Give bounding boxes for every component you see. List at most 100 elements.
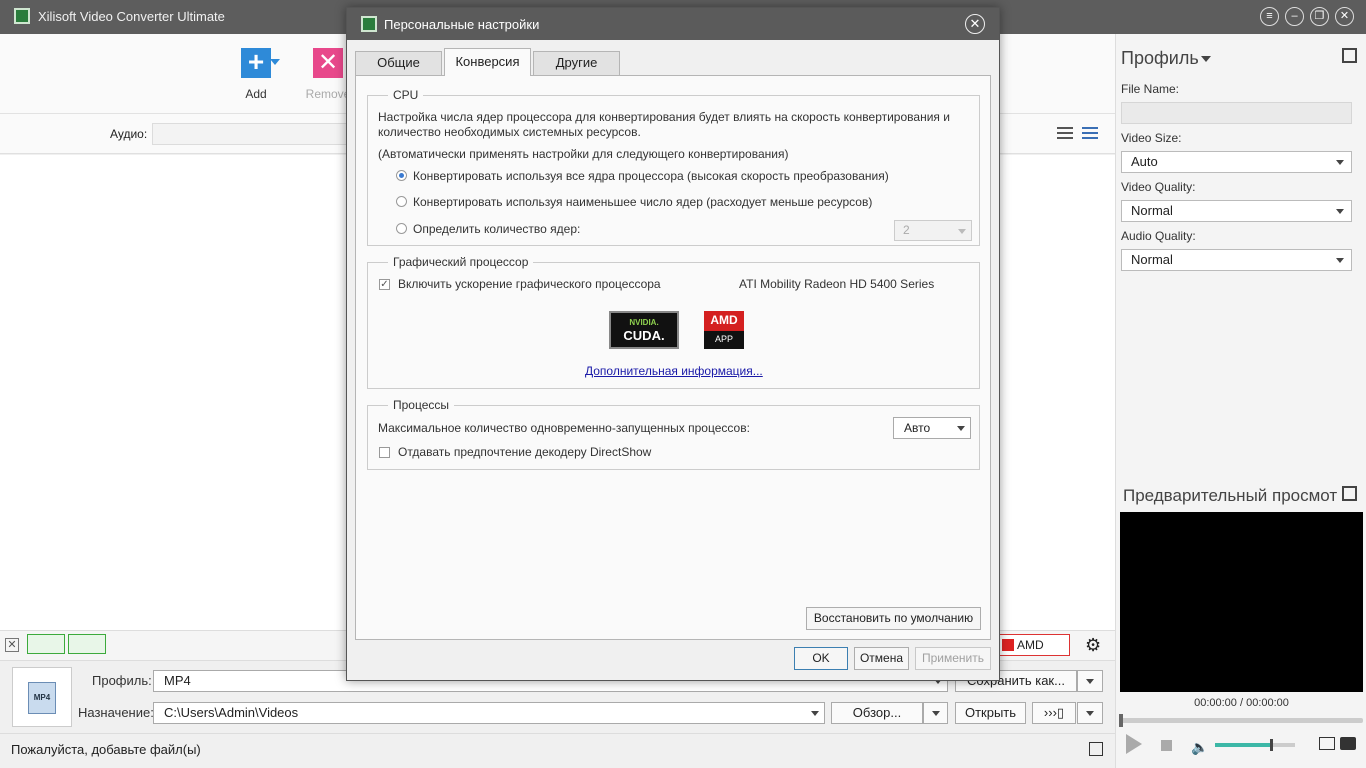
video-quality-select[interactable]: Normal	[1121, 200, 1352, 222]
preview-screen	[1120, 512, 1363, 692]
gpu-accel-label[interactable]: Включить ускорение графического процессо…	[398, 277, 661, 291]
add-plus-icon: +	[241, 48, 271, 78]
cpu-graph-icon	[68, 634, 106, 654]
processes-group: Процессы Максимальное количество одновре…	[367, 398, 980, 470]
chevron-down-icon	[1086, 711, 1094, 716]
volume-icon[interactable]: 🔈	[1191, 739, 1208, 756]
radio-custom-cores[interactable]	[396, 223, 407, 234]
chevron-down-icon	[1336, 209, 1344, 214]
chevron-down-icon	[1336, 258, 1344, 263]
close-icon[interactable]: ✕	[1335, 7, 1354, 26]
audio-quality-select[interactable]: Normal	[1121, 249, 1352, 271]
minimize-icon[interactable]: –	[1285, 7, 1304, 26]
audio-label: Аудио:	[110, 127, 148, 141]
cpu-legend: CPU	[388, 88, 424, 102]
expand-icon[interactable]	[1342, 486, 1357, 501]
file-name-input[interactable]	[1121, 102, 1352, 124]
expand-icon[interactable]	[1342, 48, 1357, 63]
cores-count-select[interactable]: 2	[894, 220, 972, 241]
restore-defaults-button[interactable]: Восстановить по умолчанию	[806, 607, 981, 630]
dialog-titlebar: Персональные настройки ✕	[347, 8, 999, 40]
cpu-description-2: количество необходимых системных ресурсо…	[378, 125, 641, 139]
volume-slider[interactable]	[1215, 739, 1295, 751]
volume-handle[interactable]	[1270, 739, 1273, 751]
time-readout: 00:00:00 / 00:00:00	[1194, 697, 1289, 709]
amd-app-logo: AMD APP	[704, 311, 744, 349]
status-bar: Пожалуйста, добавьте файл(ы)	[0, 733, 1115, 768]
app-logo-icon	[361, 16, 377, 32]
radio-all-cores[interactable]	[396, 170, 407, 181]
detail-view-icon[interactable]	[1082, 127, 1098, 141]
convert-dropdown[interactable]	[1077, 702, 1103, 724]
log-icon[interactable]	[1089, 742, 1103, 756]
destination-value: C:\Users\Admin\Videos	[164, 705, 299, 720]
mp4-film-icon: MP4	[28, 682, 56, 714]
seek-handle[interactable]	[1119, 714, 1123, 727]
convert-button[interactable]: ›››▯	[1032, 702, 1076, 724]
app-title: Xilisoft Video Converter Ultimate	[38, 9, 225, 24]
amd-app-badge[interactable]: AMD APP	[998, 634, 1070, 672]
volume-fill	[1215, 743, 1271, 747]
preview-heading: Предварительный просмотр	[1123, 486, 1338, 505]
cpu-note: (Автоматически применять настройки для с…	[378, 147, 789, 161]
max-processes-select[interactable]: Авто	[893, 417, 971, 439]
tab-other[interactable]: Другие	[533, 51, 620, 75]
seek-slider[interactable]	[1119, 714, 1363, 727]
chevron-down-icon	[957, 426, 965, 431]
chevron-down-icon	[958, 229, 966, 234]
video-size-select[interactable]: Auto	[1121, 151, 1352, 173]
video-quality-label: Video Quality:	[1121, 180, 1196, 194]
open-button[interactable]: Открыть	[955, 702, 1026, 724]
play-icon[interactable]	[1126, 734, 1142, 754]
chevron-down-icon	[1336, 160, 1344, 165]
gpu-legend: Графический процессор	[388, 255, 534, 269]
apply-button[interactable]: Применить	[915, 647, 991, 670]
dialog-close-icon[interactable]: ✕	[965, 14, 985, 34]
cpu-group: CPU Настройка числа ядер процессора для …	[367, 88, 980, 246]
chevron-down-icon	[931, 711, 940, 716]
profile-panel-heading[interactable]: Профиль	[1121, 48, 1211, 69]
menu-icon[interactable]: ≡	[1260, 7, 1279, 26]
directshow-label[interactable]: Отдавать предпочтение декодеру DirectSho…	[398, 445, 651, 459]
chevron-down-icon	[811, 711, 819, 716]
radio-min-cores[interactable]	[396, 196, 407, 207]
save-as-dropdown[interactable]	[1077, 670, 1103, 692]
tab-conversion[interactable]: Конверсия	[444, 48, 531, 76]
conversion-tab-panel: CPU Настройка числа ядер процессора для …	[355, 75, 991, 640]
radio-custom-cores-label[interactable]: Определить количество ядер:	[413, 222, 580, 236]
directshow-checkbox[interactable]	[379, 447, 390, 458]
close-panel-icon[interactable]: ✕	[5, 638, 19, 652]
processes-legend: Процессы	[388, 398, 455, 412]
dialog-title: Персональные настройки	[384, 17, 540, 32]
destination-select[interactable]: C:\Users\Admin\Videos	[153, 702, 825, 724]
chevron-down-icon	[1086, 679, 1094, 684]
radio-all-cores-label[interactable]: Конвертировать используя все ядра процес…	[413, 169, 889, 183]
profile-value: MP4	[164, 673, 191, 688]
gear-icon[interactable]: ⚙	[1085, 635, 1101, 656]
snapshot-settings-icon[interactable]	[1319, 737, 1335, 750]
cpu-graph-icon	[27, 634, 65, 654]
status-text: Пожалуйста, добавьте файл(ы)	[11, 742, 201, 757]
camera-icon[interactable]	[1340, 737, 1356, 750]
browse-dropdown[interactable]	[923, 702, 948, 724]
add-label: Add	[245, 87, 267, 101]
restore-icon[interactable]: ❐	[1310, 7, 1329, 26]
list-view-icon[interactable]	[1057, 127, 1073, 141]
profile-panel: Профиль File Name: Video Size: Auto Vide…	[1115, 34, 1366, 768]
stop-icon[interactable]	[1161, 740, 1172, 751]
ok-button[interactable]: OK	[794, 647, 848, 670]
radio-min-cores-label[interactable]: Конвертировать используя наименьшее числ…	[413, 195, 872, 209]
audio-select[interactable]	[152, 123, 352, 145]
max-processes-label: Максимальное количество одновременно-зап…	[378, 421, 750, 435]
cancel-button[interactable]: Отмена	[854, 647, 909, 670]
gpu-accel-checkbox[interactable]: ✓	[379, 279, 390, 290]
more-info-link[interactable]: Дополнительная информация...	[585, 364, 763, 378]
cpu-description-1: Настройка числа ядер процессора для конв…	[378, 110, 950, 124]
add-button[interactable]: + Add	[226, 48, 286, 101]
tab-general[interactable]: Общие	[355, 51, 442, 75]
profile-thumbnail[interactable]: MP4	[12, 667, 72, 727]
browse-button[interactable]: Обзор...	[831, 702, 923, 724]
add-dropdown-arrow-icon[interactable]	[270, 59, 280, 65]
convert-arrows-icon: ›››▯	[1043, 705, 1065, 720]
destination-label: Назначение:	[78, 705, 154, 720]
